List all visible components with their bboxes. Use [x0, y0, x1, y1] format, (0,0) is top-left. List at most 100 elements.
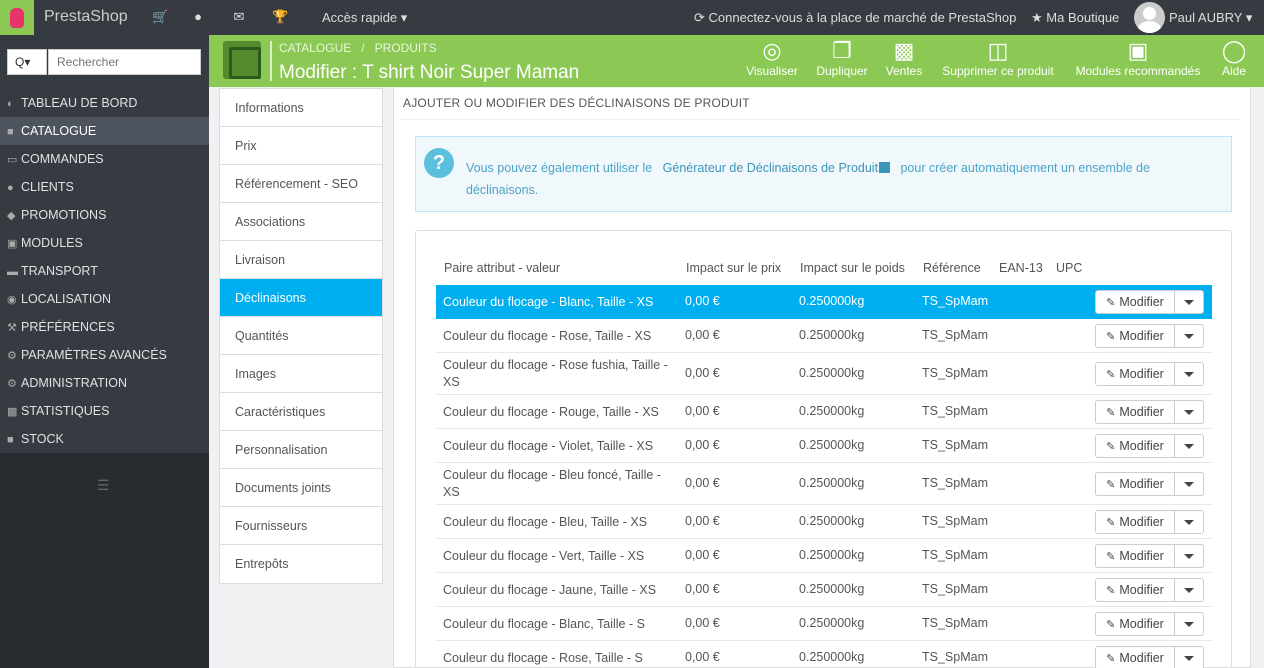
sidebar-item-customers[interactable]: ● CLIENTS	[0, 173, 209, 201]
help-button[interactable]: ◯ Aide	[1217, 38, 1251, 84]
duplicate-button[interactable]: ❐ Dupliquer	[813, 38, 871, 84]
row-actions-dropdown[interactable]	[1174, 646, 1204, 668]
marketplace-link[interactable]: ⟳ Connectez-vous à la place de marché de…	[694, 10, 1016, 26]
tab-associations[interactable]: Associations	[220, 203, 382, 241]
tab-images[interactable]: Images	[220, 355, 382, 393]
edit-combination-button[interactable]: ✎ Modifier	[1095, 578, 1175, 602]
edit-label: Modifier	[1119, 651, 1164, 665]
table-row[interactable]: Couleur du flocage - Bleu, Taille - XS 0,…	[436, 505, 1212, 539]
sidebar-item-stock[interactable]: ■ STOCK	[0, 425, 209, 453]
cell-reference: TS_SpMam	[922, 514, 988, 528]
row-actions-dropdown[interactable]	[1174, 434, 1204, 458]
edit-combination-button[interactable]: ✎ Modifier	[1095, 612, 1175, 636]
pencil-icon: ✎	[1106, 551, 1116, 563]
sidebar-item-catalog[interactable]: ■ CATALOGUE	[0, 117, 209, 145]
user-icon[interactable]: ●	[191, 10, 205, 24]
archive-icon: ■	[7, 434, 14, 446]
row-actions-dropdown[interactable]	[1174, 612, 1204, 636]
sidebar-item-administration[interactable]: ⚙ ADMINISTRATION	[0, 369, 209, 397]
sidebar-item-dashboard[interactable]: ◐ TABLEAU DE BORD	[0, 89, 209, 117]
edit-combination-button[interactable]: ✎ Modifier	[1095, 290, 1175, 314]
avatar[interactable]	[1134, 2, 1165, 33]
edit-combination-button[interactable]: ✎ Modifier	[1095, 472, 1175, 496]
lifebuoy-icon: ◯	[1221, 38, 1247, 63]
search-type-button[interactable]: Q▾	[7, 49, 47, 75]
edit-combination-button[interactable]: ✎ Modifier	[1095, 400, 1175, 424]
preview-button[interactable]: ◎ Visualiser	[744, 38, 800, 84]
tab-suppliers[interactable]: Fournisseurs	[220, 507, 382, 545]
cell-attribute: Couleur du flocage - Vert, Taille - XS	[443, 549, 645, 563]
row-actions-dropdown[interactable]	[1174, 578, 1204, 602]
breadcrumb-catalog[interactable]: CATALOGUE	[279, 41, 351, 55]
cell-weight-impact: 0.250000kg	[799, 366, 865, 380]
my-shop-label: Ma Boutique	[1046, 10, 1120, 25]
sidebar-item-modules[interactable]: ▣ MODULES	[0, 229, 209, 257]
sales-button[interactable]: ▩ Ventes	[883, 38, 925, 84]
sidebar-item-advanced-params[interactable]: ⚙ PARAMÈTRES AVANCÉS	[0, 341, 209, 369]
breadcrumb-products[interactable]: PRODUITS	[375, 41, 437, 55]
edit-label: Modifier	[1119, 515, 1164, 529]
sidebar-item-promotions[interactable]: ◆ PROMOTIONS	[0, 201, 209, 229]
row-actions-dropdown[interactable]	[1174, 324, 1204, 348]
menu-collapse-icon[interactable]: ☰	[97, 477, 110, 494]
my-shop-link[interactable]: ★ Ma Boutique	[1031, 10, 1119, 26]
info-text: Vous pouvez également utiliser le Généra…	[466, 157, 1186, 201]
recommended-modules-button[interactable]: ▣ Modules recommandés	[1071, 38, 1205, 84]
row-actions-dropdown[interactable]	[1174, 362, 1204, 386]
table-row[interactable]: Couleur du flocage - Rose, Taille - XS 0,…	[436, 319, 1212, 353]
edit-combination-button[interactable]: ✎ Modifier	[1095, 324, 1175, 348]
cell-price-impact: 0,00 €	[685, 548, 720, 562]
tab-price[interactable]: Prix	[220, 127, 382, 165]
sidebar-item-orders[interactable]: ▭ COMMANDES	[0, 145, 209, 173]
prestashop-logo-icon[interactable]	[0, 0, 34, 35]
delete-product-button[interactable]: ◫ Supprimer ce produit	[937, 38, 1059, 84]
row-actions-dropdown[interactable]	[1174, 544, 1204, 568]
table-row[interactable]: Couleur du flocage - Violet, Taille - XS…	[436, 429, 1212, 463]
row-actions-dropdown[interactable]	[1174, 290, 1204, 314]
table-row[interactable]: Couleur du flocage - Blanc, Taille - XS 0…	[436, 285, 1212, 319]
row-actions-dropdown[interactable]	[1174, 472, 1204, 496]
main-menu: ◐ TABLEAU DE BORD ■ CATALOGUE ▭ COMMANDES ●…	[0, 89, 209, 453]
tab-combinations[interactable]: Déclinaisons	[220, 279, 382, 317]
edit-label: Modifier	[1119, 549, 1164, 563]
tab-attachments[interactable]: Documents joints	[220, 469, 382, 507]
tab-informations[interactable]: Informations	[220, 89, 382, 127]
edit-combination-button[interactable]: ✎ Modifier	[1095, 510, 1175, 534]
quick-access-dropdown[interactable]: Accès rapide ▾	[322, 10, 407, 26]
sidebar-item-shipping[interactable]: ▬ TRANSPORT	[0, 257, 209, 285]
brand-name[interactable]: PrestaShop	[44, 8, 128, 26]
cart-icon[interactable]: 🛒	[152, 10, 168, 24]
pencil-icon: ✎	[1106, 369, 1116, 381]
trophy-icon[interactable]: 🏆	[272, 10, 288, 24]
table-row[interactable]: Couleur du flocage - Vert, Taille - XS 0,…	[436, 539, 1212, 573]
edit-combination-button[interactable]: ✎ Modifier	[1095, 544, 1175, 568]
table-row[interactable]: Couleur du flocage - Rose, Taille - S 0,0…	[436, 641, 1212, 668]
search-input[interactable]	[48, 49, 201, 75]
tab-seo[interactable]: Référencement - SEO	[220, 165, 382, 203]
table-row[interactable]: Couleur du flocage - Jaune, Taille - XS 0…	[436, 573, 1212, 607]
edit-combination-button[interactable]: ✎ Modifier	[1095, 362, 1175, 386]
user-menu[interactable]: Paul AUBRY ▾	[1169, 10, 1252, 26]
row-actions-dropdown[interactable]	[1174, 400, 1204, 424]
cell-weight-impact: 0.250000kg	[799, 438, 865, 452]
table-row[interactable]: Couleur du flocage - Rose fushia, Taille…	[436, 353, 1212, 395]
combination-generator-link[interactable]: Générateur de Déclinaisons de Produit	[663, 161, 891, 175]
sidebar-item-preferences[interactable]: ⚒ PRÉFÉRENCES	[0, 313, 209, 341]
row-actions-dropdown[interactable]	[1174, 510, 1204, 534]
sidebar-item-localization[interactable]: ◉ LOCALISATION	[0, 285, 209, 313]
tab-quantities[interactable]: Quantités	[220, 317, 382, 355]
tab-warehouses[interactable]: Entrepôts	[220, 545, 382, 583]
cell-reference: TS_SpMam	[922, 548, 988, 562]
tab-shipping[interactable]: Livraison	[220, 241, 382, 279]
sidebar-item-label: CATALOGUE	[21, 124, 97, 138]
table-row[interactable]: Couleur du flocage - Bleu foncé, Taille …	[436, 463, 1212, 505]
mail-icon[interactable]: ✉	[232, 10, 246, 24]
edit-combination-button[interactable]: ✎ Modifier	[1095, 434, 1175, 458]
tab-features[interactable]: Caractéristiques	[220, 393, 382, 431]
table-row[interactable]: Couleur du flocage - Rouge, Taille - XS 0…	[436, 395, 1212, 429]
tab-customization[interactable]: Personnalisation	[220, 431, 382, 469]
sidebar-item-stats[interactable]: ▩ STATISTIQUES	[0, 397, 209, 425]
pencil-icon: ✎	[1106, 331, 1116, 343]
edit-combination-button[interactable]: ✎ Modifier	[1095, 646, 1175, 668]
table-row[interactable]: Couleur du flocage - Blanc, Taille - S 0,…	[436, 607, 1212, 641]
